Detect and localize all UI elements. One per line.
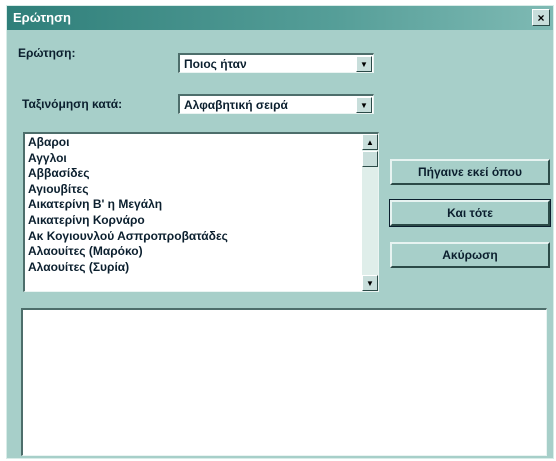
list-item[interactable]: Αγιουβίτες [28,182,360,198]
results-listbox[interactable]: Αβαροι Αγγλοι Αββασίδες Αγιουβίτες Αικατερίν… [23,132,379,292]
goto-button[interactable]: Πήγαινε εκεί όπου [390,159,550,185]
list-scrollbar[interactable]: ▲ ▼ [362,134,378,291]
question-label: Ερώτηση: [18,46,76,60]
close-icon: × [537,10,545,25]
question-select-value: Ποιος ήταν [184,57,247,71]
results-list: Αβαροι Αγγλοι Αββασίδες Αγιουβίτες Αικατερίν… [28,135,360,275]
list-item[interactable]: Αικατερίνη Β' η Μεγάλη [28,197,360,213]
close-button[interactable]: × [532,9,550,26]
question-dialog: Ερώτηση × Ερώτηση: Ποιος ήταν ▼ Ταξινόμη… [6,5,554,459]
chevron-down-icon[interactable]: ▼ [356,56,372,72]
sort-label: Ταξινόμηση κατά: [22,97,123,111]
scroll-up-icon[interactable]: ▲ [362,134,378,150]
cancel-button[interactable]: Ακύρωση [390,242,550,268]
sort-select[interactable]: Αλφαβητική σειρά ▼ [178,94,374,114]
list-item[interactable]: Αββασίδες [28,166,360,182]
then-button[interactable]: Και τότε [389,199,551,227]
sort-select-value: Αλφαβητική σειρά [184,98,288,112]
list-item[interactable]: Αλαουίτες (Μαρόκο) [28,244,360,260]
list-item[interactable]: Αγγλοι [28,151,360,167]
chevron-down-icon[interactable]: ▼ [356,97,372,113]
window-title: Ερώτηση [13,10,71,25]
list-item[interactable]: Αβαροι [28,135,360,151]
question-select[interactable]: Ποιος ήταν ▼ [178,53,374,73]
title-bar[interactable]: Ερώτηση × [7,6,553,30]
scroll-down-icon[interactable]: ▼ [362,275,378,291]
list-item[interactable]: Αικατερίνη Κορνάρο [28,213,360,229]
answer-textarea[interactable] [21,308,547,456]
list-item[interactable]: Αλαουίτες (Συρία) [28,260,360,276]
scroll-thumb[interactable] [362,151,378,167]
list-item[interactable]: Ακ Κογιουνλού Ασπροπροβατάδες [28,229,360,245]
